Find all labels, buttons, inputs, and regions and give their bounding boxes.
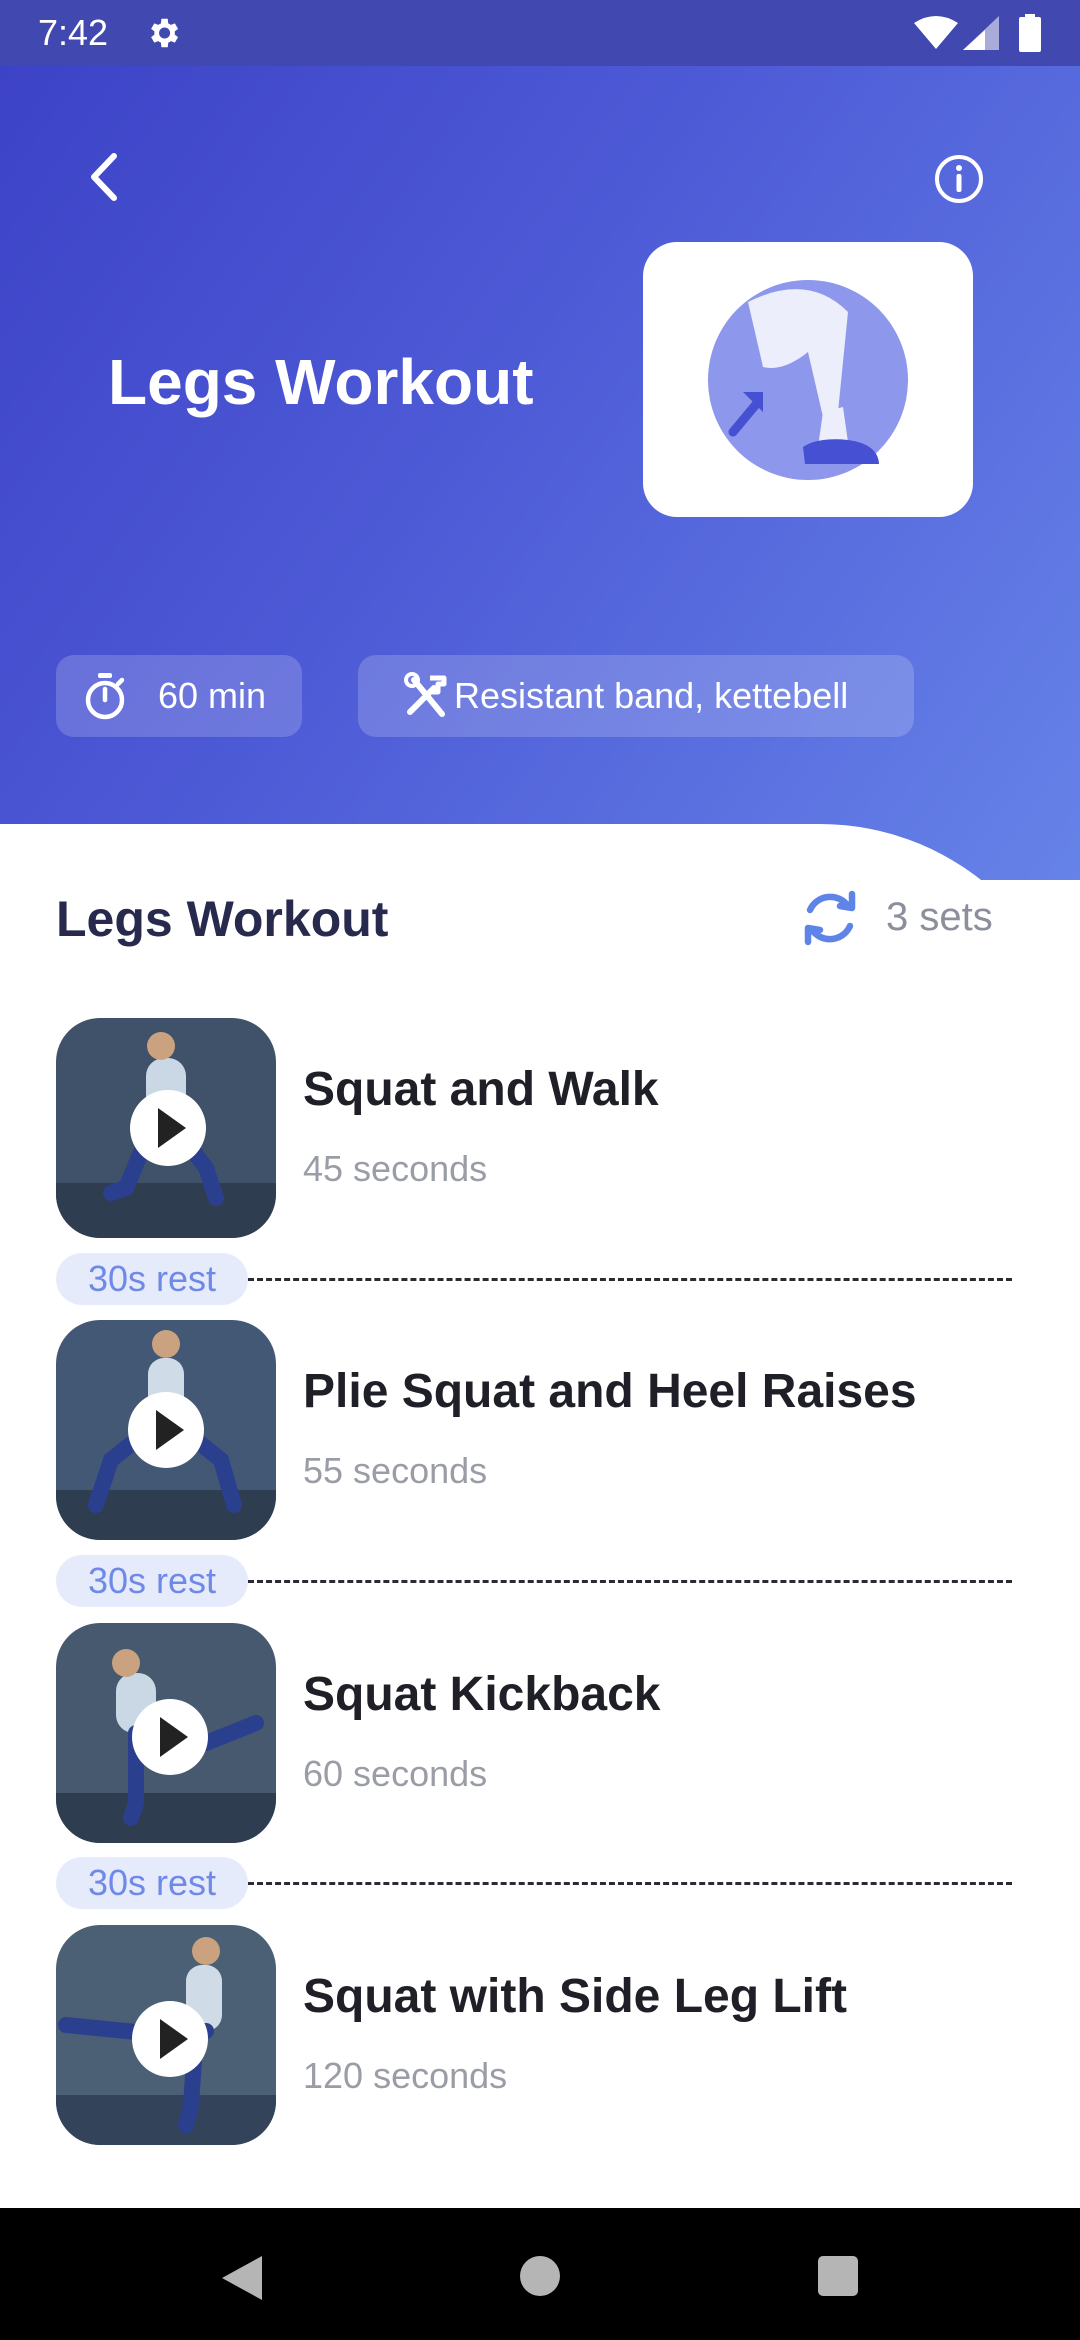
rest-divider: 30s rest <box>56 1253 1012 1305</box>
exercise-duration: 60 seconds <box>303 1753 488 1794</box>
stopwatch-icon <box>85 673 125 720</box>
exercise-name: Squat Kickback <box>303 1668 661 1721</box>
sets-count: 3 sets <box>886 895 993 939</box>
dashed-divider <box>248 1278 1012 1281</box>
duration-label: 60 min <box>158 675 267 716</box>
nav-recents-icon[interactable] <box>818 2256 858 2296</box>
workout-title: Legs Workout <box>108 346 534 418</box>
system-nav-bar <box>0 2208 1080 2340</box>
rest-badge: 30s rest <box>56 1253 248 1305</box>
rest-badge: 30s rest <box>56 1857 248 1909</box>
exercise-name: Squat with Side Leg Lift <box>303 1970 847 2023</box>
repeat-icon <box>804 890 856 946</box>
equipment-chip: Resistant band, kettebell <box>358 655 914 737</box>
exercise-duration: 55 seconds <box>303 1450 488 1491</box>
exercise-duration: 45 seconds <box>303 1148 488 1189</box>
workout-illustration-card <box>643 242 973 517</box>
settings-gear-icon <box>151 18 179 48</box>
nav-back-icon[interactable] <box>222 2256 262 2300</box>
status-time: 7:42 <box>38 12 109 53</box>
legs-illustration <box>708 280 908 480</box>
info-icon[interactable] <box>930 150 988 208</box>
exercise-item-plie-squat[interactable]: Plie Squat and Heel Raises 55 seconds <box>56 1320 1026 1540</box>
wifi-icon <box>914 16 958 49</box>
dashed-divider <box>248 1882 1012 1885</box>
exercise-item-squat-and-walk[interactable]: Squat and Walk 45 seconds <box>56 1018 1026 1238</box>
battery-icon <box>1019 14 1041 52</box>
exercise-thumbnail[interactable] <box>56 1018 276 1238</box>
tools-icon <box>404 672 447 717</box>
cellular-signal-icon <box>963 16 999 50</box>
play-icon[interactable] <box>56 1320 276 1540</box>
back-arrow-icon[interactable] <box>78 150 132 204</box>
exercise-thumbnail[interactable] <box>56 1320 276 1540</box>
rest-divider: 30s rest <box>56 1857 1012 1909</box>
exercise-name: Plie Squat and Heel Raises <box>303 1365 917 1418</box>
play-icon[interactable] <box>56 1623 276 1843</box>
exercise-item-squat-side-leg-lift[interactable]: Squat with Side Leg Lift 120 seconds <box>56 1925 1026 2145</box>
equipment-label: Resistant band, kettebell <box>454 675 849 716</box>
status-bar: 7:42 <box>0 0 1080 66</box>
exercise-thumbnail[interactable] <box>56 1925 276 2145</box>
dashed-divider <box>248 1580 1012 1583</box>
exercise-duration: 120 seconds <box>303 2055 508 2096</box>
play-icon[interactable] <box>56 1925 276 2145</box>
rest-divider: 30s rest <box>56 1555 1012 1607</box>
exercise-thumbnail[interactable] <box>56 1623 276 1843</box>
section-title: Legs Workout <box>56 891 389 947</box>
duration-chip: 60 min <box>56 655 302 737</box>
play-icon[interactable] <box>56 1018 276 1238</box>
exercise-item-squat-kickback[interactable]: Squat Kickback 60 seconds <box>56 1623 1026 1843</box>
nav-home-icon[interactable] <box>520 2256 560 2296</box>
rest-badge: 30s rest <box>56 1555 248 1607</box>
exercise-name: Squat and Walk <box>303 1063 659 1116</box>
